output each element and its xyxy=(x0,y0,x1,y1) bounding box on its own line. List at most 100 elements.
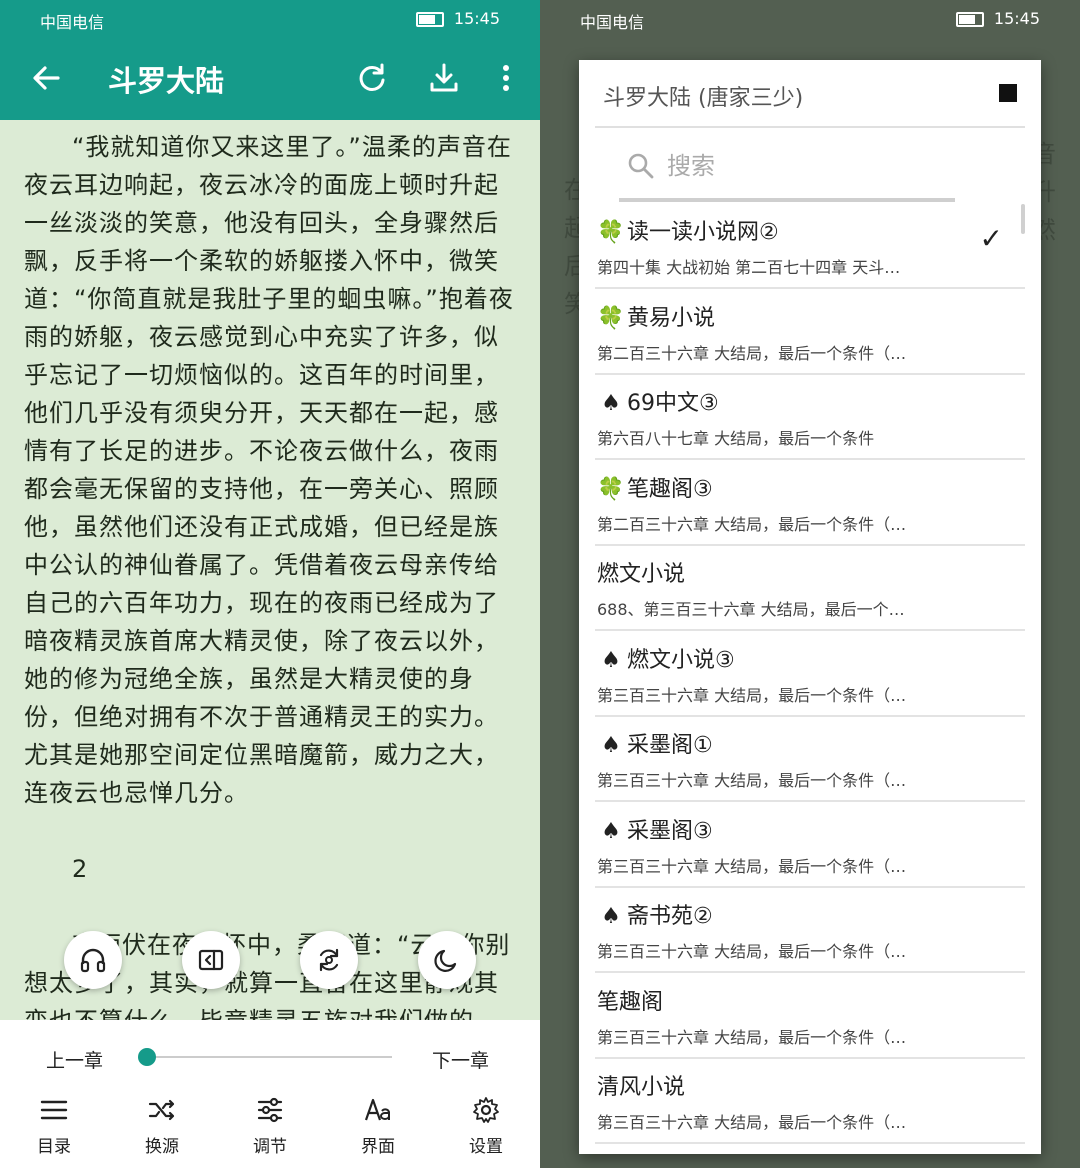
download-button[interactable] xyxy=(426,60,462,96)
source-item[interactable]: 🍀 读一读小说网② 第四十集 大战初始 第二百七十四章 天斗… ✓ xyxy=(595,202,1025,289)
source-latest-chapter: 第三百三十六章 大结局，最后一个条件（… xyxy=(597,1113,907,1132)
chapter-paragraph: “我就知道你又来这里了。”温柔的声音在夜云耳边响起，夜云冰冷的面庞上顿时升起一丝… xyxy=(24,133,514,807)
source-item[interactable]: ♠ 采墨阁③ 第三百三十六章 大结局，最后一个条件（… xyxy=(595,801,1025,888)
source-name-row: ♠ 斋书苑② xyxy=(597,898,713,930)
source-name: 黄易小说 xyxy=(627,306,716,331)
source-item[interactable]: 燃文小说 688、第三百三十六章 大结局，最后一个… xyxy=(595,544,1025,631)
clover-icon: 🍀 xyxy=(597,220,625,245)
dialog-title: 斗罗大陆 (唐家三少) xyxy=(603,86,804,111)
source-latest-chapter: 第三百三十六章 大结局，最后一个条件（… xyxy=(597,771,907,790)
shuffle-icon xyxy=(148,1099,175,1121)
chapter-section-number: 2 xyxy=(72,855,89,883)
refresh-icon xyxy=(359,63,385,91)
source-item[interactable]: ♠ 斋书苑② 第三百三十六章 大结局，最后一个条件（… xyxy=(595,886,1025,973)
source-latest-chapter: 第三百三十六章 大结局，最后一个条件（… xyxy=(597,1028,907,1047)
font-icon xyxy=(364,1098,390,1121)
checkmark-icon: ✓ xyxy=(979,222,1003,255)
replace-rule-button[interactable] xyxy=(300,931,358,989)
source-name: 69中文③ xyxy=(627,391,719,416)
chapter-progress-handle[interactable] xyxy=(138,1048,156,1066)
source-name-row: 清风小说 xyxy=(597,1069,685,1101)
clock: 15:45 xyxy=(993,9,1040,28)
carrier-label: 中国电信 xyxy=(40,13,105,32)
source-name-row: 笔趣阁 xyxy=(597,984,663,1016)
source-latest-chapter: 第三百三十六章 大结局，最后一个条件（… xyxy=(597,857,907,876)
interface-label: 界面 xyxy=(361,1137,395,1157)
source-item[interactable]: ♠ 采墨阁① 第三百三十六章 大结局，最后一个条件（… xyxy=(595,715,1025,802)
prev-chapter-button[interactable]: 上一章 xyxy=(46,1046,103,1073)
adjust-button[interactable]: 调节 xyxy=(230,1096,310,1157)
source-latest-chapter: 第二百三十六章 大结局，最后一个条件（… xyxy=(597,515,907,534)
spade-icon: ♠ xyxy=(601,391,621,416)
interface-button[interactable]: 界面 xyxy=(338,1096,418,1157)
more-options-button[interactable] xyxy=(490,60,522,96)
auto-page-icon xyxy=(198,949,224,971)
status-bar: 中国电信 15:45 xyxy=(0,0,540,36)
source-name: 笔趣阁 xyxy=(597,990,664,1015)
auto-page-button[interactable] xyxy=(182,931,240,989)
source-latest-chapter: 688、第三百三十六章 大结局，最后一个… xyxy=(597,600,905,619)
more-vert-icon xyxy=(503,65,509,91)
status-bar: 中国电信 15:45 xyxy=(540,0,1080,36)
source-name: 燃文小说 xyxy=(597,562,686,587)
back-button[interactable] xyxy=(28,60,64,96)
carrier-label: 中国电信 xyxy=(580,13,645,32)
source-name: 笔趣阁③ xyxy=(627,477,713,502)
settings-button[interactable]: 设置 xyxy=(446,1096,526,1157)
source-item[interactable]: 清风小说 第三百三十六章 大结局，最后一个条件（… xyxy=(595,1057,1025,1144)
app-bar: 中国电信 15:45 斗罗大陆 xyxy=(0,0,540,120)
source-name-row: ♠ 燃文小说③ xyxy=(597,642,735,674)
change-source-dialog: 斗罗大陆 (唐家三少) 🍀读一读小说网② 第四十集 大战初始 第二百七十四章 天… xyxy=(579,60,1041,1154)
page-title: 斗罗大陆 xyxy=(108,64,225,98)
download-icon xyxy=(430,63,458,92)
spade-icon: ♠ xyxy=(601,733,621,758)
clover-icon: 🍀 xyxy=(597,477,625,502)
source-item[interactable]: ♠ 69中文③ 第六百八十七章 大结局，最后一个条件 xyxy=(595,373,1025,460)
change-source-screen: 在 起 后 笑 音 升 然 中国电信 15:45 斗罗大陆 (唐家三少) 🍀读一… xyxy=(540,0,1080,1168)
battery-icon xyxy=(416,12,444,27)
source-latest-chapter: 第二百三十六章 大结局，最后一个条件（… xyxy=(597,344,907,363)
sliders-icon xyxy=(257,1097,283,1123)
menu-icon xyxy=(40,1100,68,1120)
change-source-button[interactable]: 换源 xyxy=(122,1096,202,1157)
night-mode-button[interactable] xyxy=(418,931,476,989)
toc-label: 目录 xyxy=(37,1137,71,1157)
source-name-row: ♠ 采墨阁① xyxy=(597,727,713,759)
source-latest-chapter: 第三百三十六章 大结局，最后一个条件（… xyxy=(597,942,907,961)
chapter-progress-track[interactable] xyxy=(148,1056,392,1058)
source-latest-chapter: 第六百八十七章 大结局，最后一个条件 xyxy=(597,429,875,448)
source-name-row: ♠ 69中文③ xyxy=(597,385,719,417)
clover-icon: 🍀 xyxy=(597,306,625,331)
clock: 15:45 xyxy=(453,9,500,28)
reader-control-panel: 上一章 下一章 目录 换源 调节 界面 设置 xyxy=(0,1020,540,1168)
source-item[interactable]: 🍀 笔趣阁③ 第二百三十六章 大结局，最后一个条件（… xyxy=(595,459,1025,546)
source-name-row: 燃文小说 xyxy=(597,556,685,588)
search-input[interactable] xyxy=(665,146,949,186)
arrow-left-icon xyxy=(33,66,60,90)
next-chapter-button[interactable]: 下一章 xyxy=(432,1046,489,1073)
stop-search-button[interactable] xyxy=(999,84,1017,102)
source-item[interactable]: ♠ 燃文小说③ 第三百三十六章 大结局，最后一个条件（… xyxy=(595,630,1025,717)
source-item[interactable]: 🍀 黄易小说 第二百三十六章 大结局，最后一个条件（… xyxy=(595,288,1025,375)
battery-icon xyxy=(956,12,984,27)
reader-screen: 中国电信 15:45 斗罗大陆 “我就知道你又来这里了。”温柔的声音在夜云耳边响… xyxy=(0,0,540,1168)
search-icon xyxy=(628,153,654,179)
source-latest-chapter: 第四十集 大战初始 第二百七十四章 天斗… xyxy=(597,258,901,277)
source-item[interactable]: 笔趣阁 第三百三十六章 大结局，最后一个条件（… xyxy=(595,972,1025,1059)
source-name-row: ♠ 采墨阁③ xyxy=(597,813,713,845)
source-name: 燃文小说③ xyxy=(627,648,735,673)
change-source-label: 换源 xyxy=(145,1137,179,1157)
source-search[interactable] xyxy=(627,144,957,188)
source-name: 采墨阁③ xyxy=(627,819,713,844)
source-name: 清风小说 xyxy=(597,1075,686,1100)
adjust-label: 调节 xyxy=(253,1137,287,1157)
toc-button[interactable]: 目录 xyxy=(14,1096,94,1157)
source-name: 斋书苑② xyxy=(627,904,713,929)
refresh-button[interactable] xyxy=(354,60,390,96)
spade-icon: ♠ xyxy=(601,904,621,929)
read-aloud-button[interactable] xyxy=(64,931,122,989)
title-divider xyxy=(595,126,1025,128)
spade-icon: ♠ xyxy=(601,648,621,673)
source-latest-chapter: 第三百三十六章 大结局，最后一个条件（… xyxy=(597,686,907,705)
moon-icon xyxy=(434,949,457,972)
